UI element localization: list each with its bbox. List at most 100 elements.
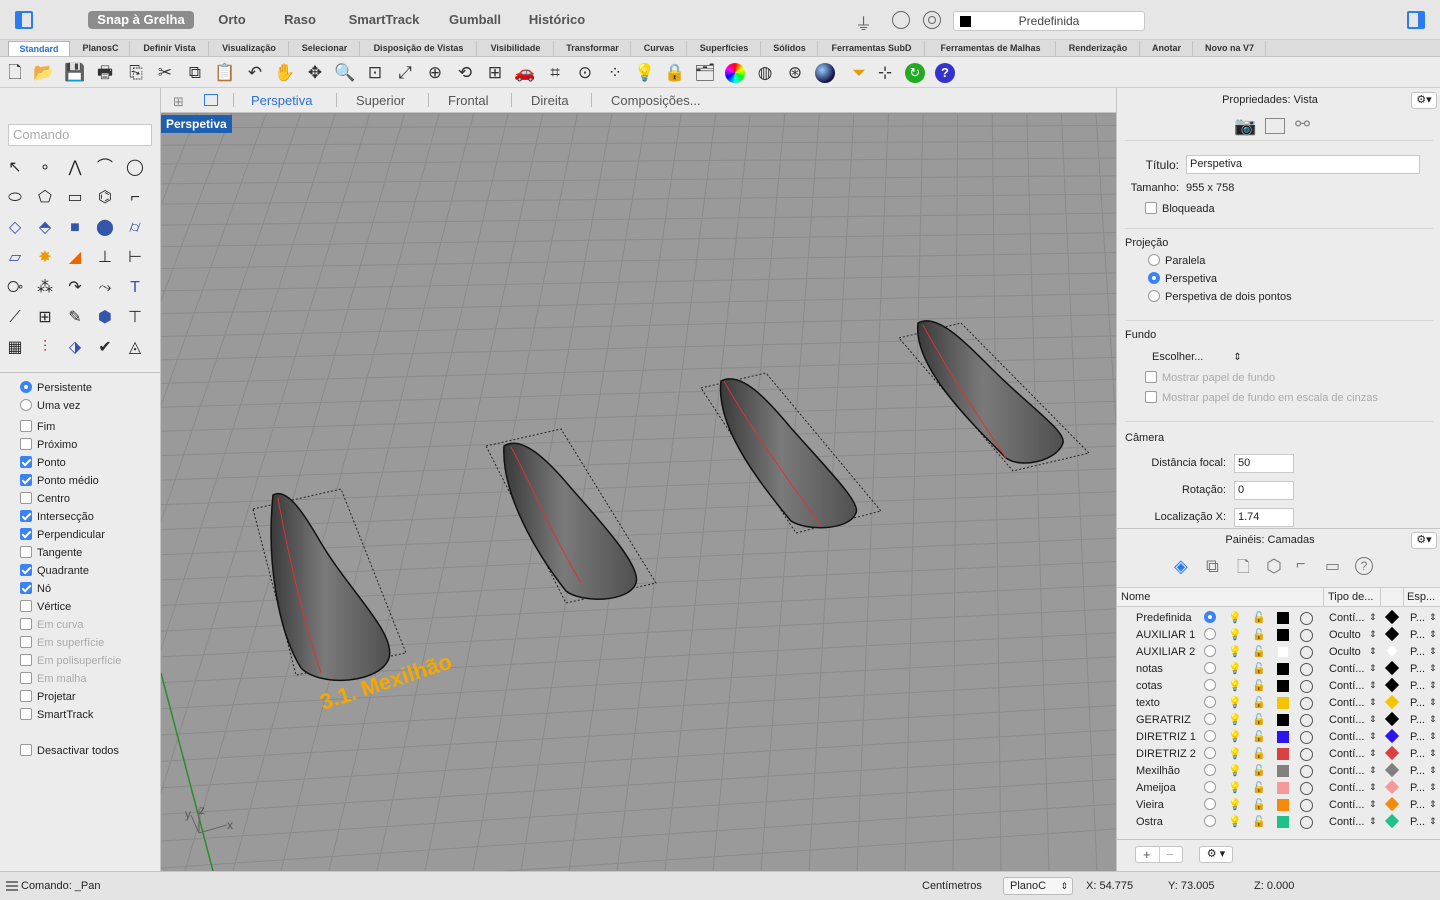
layer-linetype[interactable]: Contí... [1329, 799, 1364, 811]
osnap-item[interactable]: Fim [20, 419, 55, 435]
osnap-item[interactable]: Centro [20, 491, 70, 507]
osnap-item[interactable]: Tangente [20, 545, 82, 561]
curve-icon[interactable]: ⌒ [93, 156, 117, 180]
print-color-swatch[interactable] [1384, 762, 1400, 778]
layer-print-width[interactable]: P... [1410, 629, 1425, 641]
layer-linetype[interactable]: Contí... [1329, 714, 1364, 726]
current-layer-select[interactable]: Predefinida [953, 11, 1145, 31]
osnap-item[interactable]: Em curva [20, 617, 83, 633]
box-icon[interactable]: ■ [63, 216, 87, 240]
tab-ferramentas-subd[interactable]: Ferramentas SubD [819, 41, 925, 56]
help-tab-icon[interactable]: ? [1355, 557, 1373, 575]
print-color-swatch[interactable] [1384, 694, 1400, 710]
layer-row[interactable]: DIRETRIZ 1 💡 🔓 Contí... ⇕ P... ⇕ [1117, 728, 1440, 747]
save-icon[interactable]: 💾 [64, 62, 86, 84]
rotacao-input[interactable]: 0 [1234, 481, 1294, 500]
header-tipo[interactable]: Tipo de... [1328, 591, 1373, 603]
osnap-item[interactable]: Intersecção [20, 509, 94, 525]
document-tab-icon[interactable]: 🗋 [1237, 556, 1250, 583]
layer-print-width[interactable]: P... [1410, 714, 1425, 726]
localizacao-input[interactable]: 1.74 [1234, 508, 1294, 527]
layer-current-radio[interactable] [1204, 645, 1216, 657]
copy-icon[interactable]: ⧉ [184, 62, 206, 84]
tab-superior[interactable]: Superior [356, 92, 405, 109]
tab-curvas[interactable]: Curvas [632, 41, 687, 56]
rotate-view-icon[interactable]: ✥ [304, 62, 326, 84]
print-color-swatch[interactable] [1384, 796, 1400, 812]
print-color-swatch[interactable] [1384, 626, 1400, 642]
osnap-checkbox[interactable] [20, 492, 32, 505]
tab-direita[interactable]: Direita [531, 92, 569, 109]
explode-icon[interactable]: ✸ [33, 246, 57, 270]
print-color-swatch[interactable] [1384, 745, 1400, 761]
layer-current-radio[interactable] [1204, 781, 1216, 793]
lightbulb-icon[interactable]: 💡 [1228, 696, 1242, 709]
filter-icon[interactable]: ⏚ [855, 10, 872, 35]
sidebar-toggle-icon[interactable] [15, 11, 33, 29]
layer-row[interactable]: AUXILIAR 1 💡 🔓 Oculto ⇕ P... ⇕ [1117, 626, 1440, 645]
layer-print-width[interactable]: P... [1410, 799, 1425, 811]
four-viewports-icon[interactable]: ⊞ [484, 62, 506, 84]
extrude-icon[interactable]: ⬘ [33, 216, 57, 240]
padlock-icon[interactable]: 🔓 [1252, 611, 1266, 624]
padlock-icon[interactable]: 🔓 [1252, 696, 1266, 709]
osnap-once-radio[interactable]: Uma vez [20, 398, 80, 414]
padlock-icon[interactable]: 🔓 [1252, 798, 1266, 811]
scale-icon[interactable]: ⤳ [93, 276, 117, 300]
analyze-icon[interactable]: ⬗ [63, 336, 87, 360]
light-bulb-icon[interactable]: 💡 [634, 62, 656, 84]
tab-standard[interactable]: Standard [8, 41, 70, 56]
tab-selecionar[interactable]: Selecionar [290, 41, 360, 56]
surface-icon[interactable]: ◇ [3, 216, 27, 240]
layer-material-icon[interactable] [1300, 646, 1313, 659]
layer-print-width[interactable]: P... [1410, 680, 1425, 692]
print-color-swatch[interactable] [1384, 711, 1400, 727]
titulo-input[interactable]: Perspetiva [1186, 155, 1420, 174]
menu-lines-icon[interactable] [6, 881, 18, 891]
mostrar-papel-checkbox[interactable]: Mostrar papel de fundo [1145, 371, 1275, 384]
projecao-dois-pontos-radio[interactable]: Perspetiva de dois pontos [1148, 290, 1292, 303]
select-icon[interactable]: ⊙ [574, 62, 596, 84]
single-viewport-icon[interactable] [204, 94, 218, 106]
grid-layout-icon[interactable]: ⊞ [173, 94, 184, 110]
layer-current-radio[interactable] [1204, 611, 1216, 623]
point-icon[interactable]: ∘ [33, 156, 57, 180]
smarttrack-button[interactable]: SmartTrack [340, 11, 428, 29]
layer-color-swatch[interactable] [1277, 663, 1289, 675]
padlock-icon[interactable]: 🔓 [1252, 781, 1266, 794]
osnap-item[interactable]: Vértice [20, 599, 71, 615]
layer-material-icon[interactable] [1300, 799, 1313, 812]
dimension-icon[interactable]: ⟋ [3, 306, 27, 330]
osnap-checkbox[interactable] [20, 708, 32, 721]
lightbulb-icon[interactable]: 💡 [1228, 679, 1242, 692]
layer-color-swatch[interactable] [1277, 731, 1289, 743]
lightbulb-icon[interactable]: 💡 [1228, 815, 1242, 828]
layer-print-width[interactable]: P... [1410, 731, 1425, 743]
layer-print-width[interactable]: P... [1410, 697, 1425, 709]
padlock-icon[interactable]: 🔓 [1252, 764, 1266, 777]
color-wheel-icon[interactable] [724, 62, 746, 84]
tab-visibilidade[interactable]: Visibilidade [478, 41, 554, 56]
filter-select-icon[interactable]: ⏷ [848, 62, 870, 84]
padlock-icon[interactable]: 🔓 [1252, 730, 1266, 743]
points-icon[interactable]: ⁘ [604, 62, 626, 84]
edit-icon[interactable]: ✎ [63, 306, 87, 330]
layer-print-width[interactable]: P... [1410, 646, 1425, 658]
projecao-paralela-radio[interactable]: Paralela [1148, 254, 1205, 267]
trim-icon[interactable]: ◢ [63, 246, 87, 270]
padlock-icon[interactable]: 🔓 [1252, 679, 1266, 692]
print-color-swatch[interactable] [1384, 728, 1400, 744]
print-color-swatch[interactable] [1384, 660, 1400, 676]
padlock-icon[interactable]: 🔓 [1252, 747, 1266, 760]
array-icon[interactable]: ⊞ [33, 306, 57, 330]
layer-color-swatch[interactable] [1277, 748, 1289, 760]
layer-color-swatch[interactable] [1277, 680, 1289, 692]
link-icon[interactable]: ⚯ [1295, 114, 1310, 135]
projecao-perspetiva-radio[interactable]: Perspetiva [1148, 272, 1217, 285]
tab-composicoes[interactable]: Composições... [611, 92, 701, 109]
osnap-item[interactable]: Em superfície [20, 635, 104, 651]
layer-print-width[interactable]: P... [1410, 816, 1425, 828]
lightbulb-icon[interactable]: 💡 [1228, 645, 1242, 658]
polygon-icon[interactable]: ⬠ [33, 186, 57, 210]
osnap-item[interactable]: SmartTrack [20, 707, 93, 723]
